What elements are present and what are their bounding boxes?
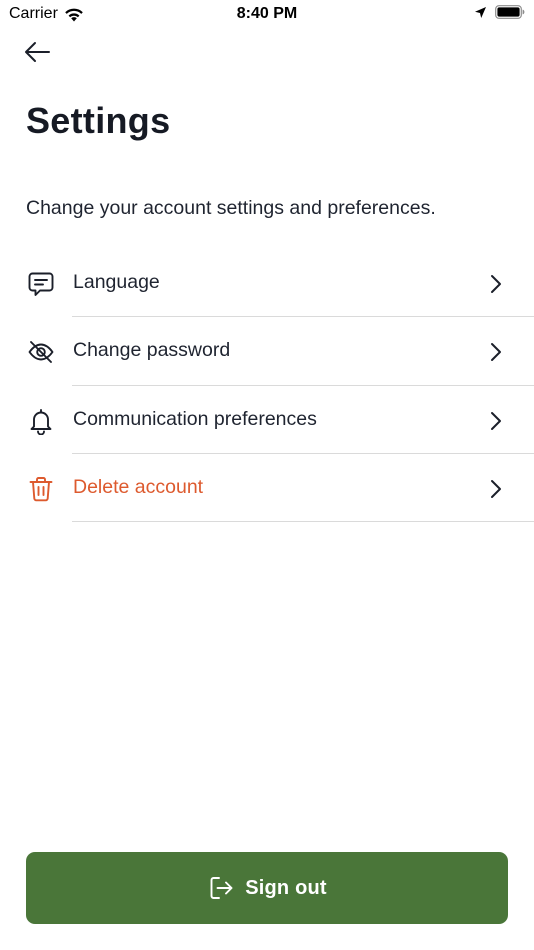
settings-item-label: Change password — [73, 339, 231, 362]
battery-icon — [495, 5, 525, 19]
chevron-right-icon — [491, 343, 501, 362]
settings-item-label: Delete account — [73, 475, 204, 498]
chevron-right-icon — [491, 411, 501, 430]
page-subtitle: Change your account settings and prefere… — [26, 197, 436, 219]
chevron-right-icon — [491, 275, 501, 293]
back-button[interactable] — [22, 38, 52, 66]
settings-item-label: Language — [73, 271, 160, 293]
eye-off-icon — [26, 337, 56, 367]
status-indicators — [474, 5, 525, 19]
settings-item-communication-preferences[interactable]: Communication preferences — [0, 386, 534, 454]
trash-icon — [26, 474, 56, 504]
location-arrow-icon — [475, 6, 486, 18]
settings-item-language[interactable]: Language — [0, 249, 534, 318]
chat-bubble-icon — [26, 269, 56, 299]
page-title: Settings — [26, 100, 171, 141]
settings-item-delete-account[interactable]: Delete account — [0, 454, 534, 523]
sign-out-button[interactable]: Sign out — [26, 852, 508, 924]
sign-out-label: Sign out — [245, 876, 327, 899]
settings-list: Language Change password Communication p… — [0, 249, 534, 523]
status-time: 8:40 PM — [236, 5, 298, 22]
arrow-left-icon — [25, 42, 50, 62]
settings-screen: Carrier 8:40 PM Settings Change your acc… — [0, 0, 534, 950]
sign-out-icon — [210, 877, 233, 899]
bell-icon — [26, 406, 56, 436]
chevron-right-icon — [491, 479, 501, 498]
status-bar: Carrier 8:40 PM — [0, 0, 534, 28]
settings-item-change-password[interactable]: Change password — [0, 317, 534, 386]
settings-item-label: Communication preferences — [73, 407, 317, 430]
divider — [72, 521, 534, 523]
